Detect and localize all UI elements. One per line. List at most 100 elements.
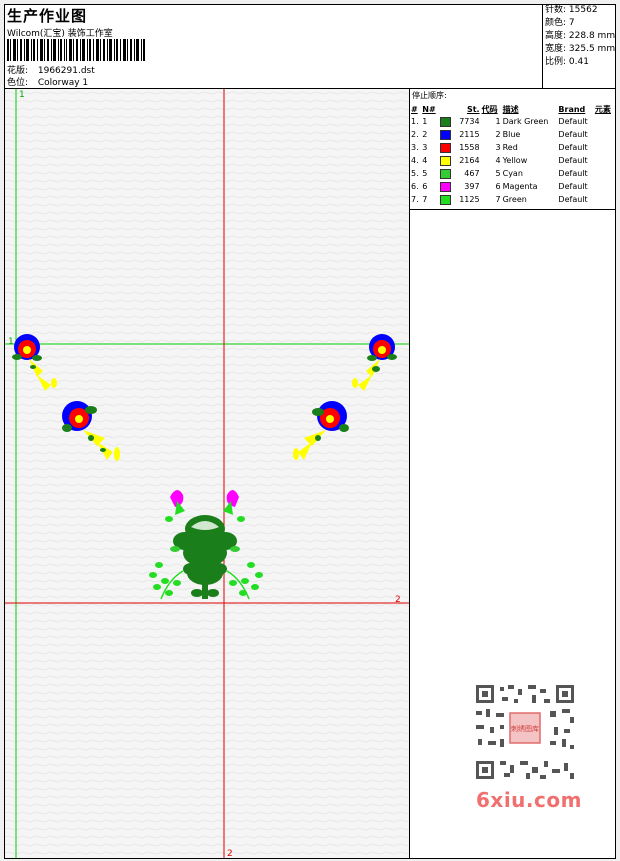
row-description: Yellow [502, 156, 528, 165]
row-index: 4. [411, 156, 419, 165]
col-description: 描述 [502, 104, 519, 114]
row-code: 6 [495, 182, 501, 191]
col-swatch [439, 103, 454, 115]
row-brand: Default [558, 195, 588, 204]
guide-label-right-2: 2 [395, 595, 401, 605]
barcode [7, 39, 145, 61]
stat-label: 宽度: [545, 44, 567, 54]
row-brand: Default [558, 156, 588, 165]
color-swatch [439, 115, 454, 128]
color-swatch [439, 141, 454, 154]
row-description: Red [502, 143, 518, 152]
stat-value: 7 [568, 18, 575, 28]
color-swatch-box [440, 142, 452, 153]
row-brand: Default [558, 143, 588, 152]
stats-box: 针数: 15562 颜色: 7 高度: 228.8 mm 宽度: 325.5 m… [542, 4, 617, 88]
row-stitches: 1125 [459, 195, 480, 204]
row-stitches: 2164 [459, 156, 480, 165]
thread-table-header: # N# St. 代码 描述 Brand 元素 [410, 103, 615, 115]
row-code: 3 [495, 143, 501, 152]
row-element [594, 128, 615, 141]
thread-row: 7. 7 1125 7 Green Default [410, 193, 615, 206]
stat-height: 高度: 228.8 mm [543, 30, 617, 43]
thread-row: 2. 2 2115 2 Blue Default [410, 128, 615, 141]
color-swatch-box [440, 194, 452, 205]
stat-value: 325.5 mm [568, 44, 616, 54]
guide-label-top-1: 1 [19, 90, 25, 100]
row-element [594, 193, 615, 206]
thread-row: 1. 1 7734 1 Dark Green Default [410, 115, 615, 128]
colorway-label: 色位: [7, 78, 29, 88]
row-description: Blue [502, 130, 521, 139]
row-code: 2 [495, 130, 501, 139]
row-brand: Default [558, 130, 588, 139]
row-description: Magenta [502, 182, 538, 191]
row-needle: 3 [422, 143, 428, 152]
stat-label: 比例: [545, 57, 567, 67]
thread-row: 6. 6 397 6 Magenta Default [410, 180, 615, 193]
row-index: 6. [411, 182, 419, 191]
row-brand: Default [558, 117, 588, 126]
color-swatch [439, 128, 454, 141]
stat-label: 颜色: [545, 18, 567, 28]
company-name: Wilcom(汇宝) 装饰工作室 [7, 29, 113, 39]
color-swatch [439, 167, 454, 180]
colorway-row: 色位: Colorway 1 [7, 75, 88, 88]
design-canvas: 1 1 2 2 [5, 89, 410, 858]
stat-label: 针数: [545, 5, 567, 15]
color-swatch-box [440, 181, 452, 192]
row-description: Cyan [502, 169, 523, 178]
stat-value: 228.8 mm [568, 31, 616, 41]
col-stitches: St. [466, 104, 480, 114]
thread-table: # N# St. 代码 描述 Brand 元素 1. 1 7734 1 Dark Gre… [410, 103, 615, 206]
col-code: 代码 [481, 104, 498, 114]
row-stitches: 467 [464, 169, 480, 178]
row-element [594, 167, 615, 180]
row-needle: 5 [422, 169, 428, 178]
row-code: 5 [495, 169, 501, 178]
embroidery-preview: 1 1 2 2 [5, 89, 409, 858]
color-swatch [439, 193, 454, 206]
row-element [594, 115, 615, 128]
row-code: 1 [495, 117, 501, 126]
qr-seal-text: 刺绣图库 [511, 724, 539, 733]
row-description: Dark Green [502, 117, 549, 126]
row-element [594, 141, 615, 154]
stat-stitches: 针数: 15562 [543, 4, 617, 17]
color-swatch [439, 180, 454, 193]
watermark-brand: 6xiu.com [476, 788, 582, 812]
thread-row: 3. 3 1558 3 Red Default [410, 141, 615, 154]
col-brand: Brand [558, 104, 586, 114]
col-index: # [411, 104, 418, 114]
row-brand: Default [558, 182, 588, 191]
row-stitches: 1558 [459, 143, 480, 152]
row-needle: 4 [422, 156, 428, 165]
row-element [594, 154, 615, 167]
row-index: 7. [411, 195, 419, 204]
color-swatch-box [440, 116, 452, 127]
color-swatch-box [440, 155, 452, 166]
colorway-value: Colorway 1 [37, 78, 89, 88]
row-code: 4 [495, 156, 501, 165]
row-needle: 2 [422, 130, 428, 139]
thread-row: 4. 4 2164 4 Yellow Default [410, 154, 615, 167]
row-code: 7 [495, 195, 501, 204]
page-title: 生产作业图 [7, 7, 88, 25]
stat-width: 宽度: 325.5 mm [543, 43, 617, 56]
row-needle: 7 [422, 195, 428, 204]
color-swatch-box [440, 168, 452, 179]
row-brand: Default [558, 169, 588, 178]
stat-label: 高度: [545, 31, 567, 41]
stat-value: 0.41 [568, 57, 589, 67]
header: 生产作业图 Wilcom(汇宝) 装饰工作室 花版: 1966291.dst 色… [4, 4, 616, 89]
row-stitches: 2115 [459, 130, 480, 139]
guide-label-bottom-2: 2 [227, 849, 233, 858]
stat-colors: 颜色: 7 [543, 17, 617, 30]
guide-label-left-1: 1 [8, 337, 14, 347]
row-element [594, 180, 615, 193]
col-element: 元素 [594, 104, 611, 114]
row-stitches: 397 [464, 182, 480, 191]
col-needle: N# [422, 104, 436, 114]
stop-sequence-title: 停止顺序: [412, 91, 447, 100]
qr-code: 刺绣图库 [470, 681, 580, 783]
